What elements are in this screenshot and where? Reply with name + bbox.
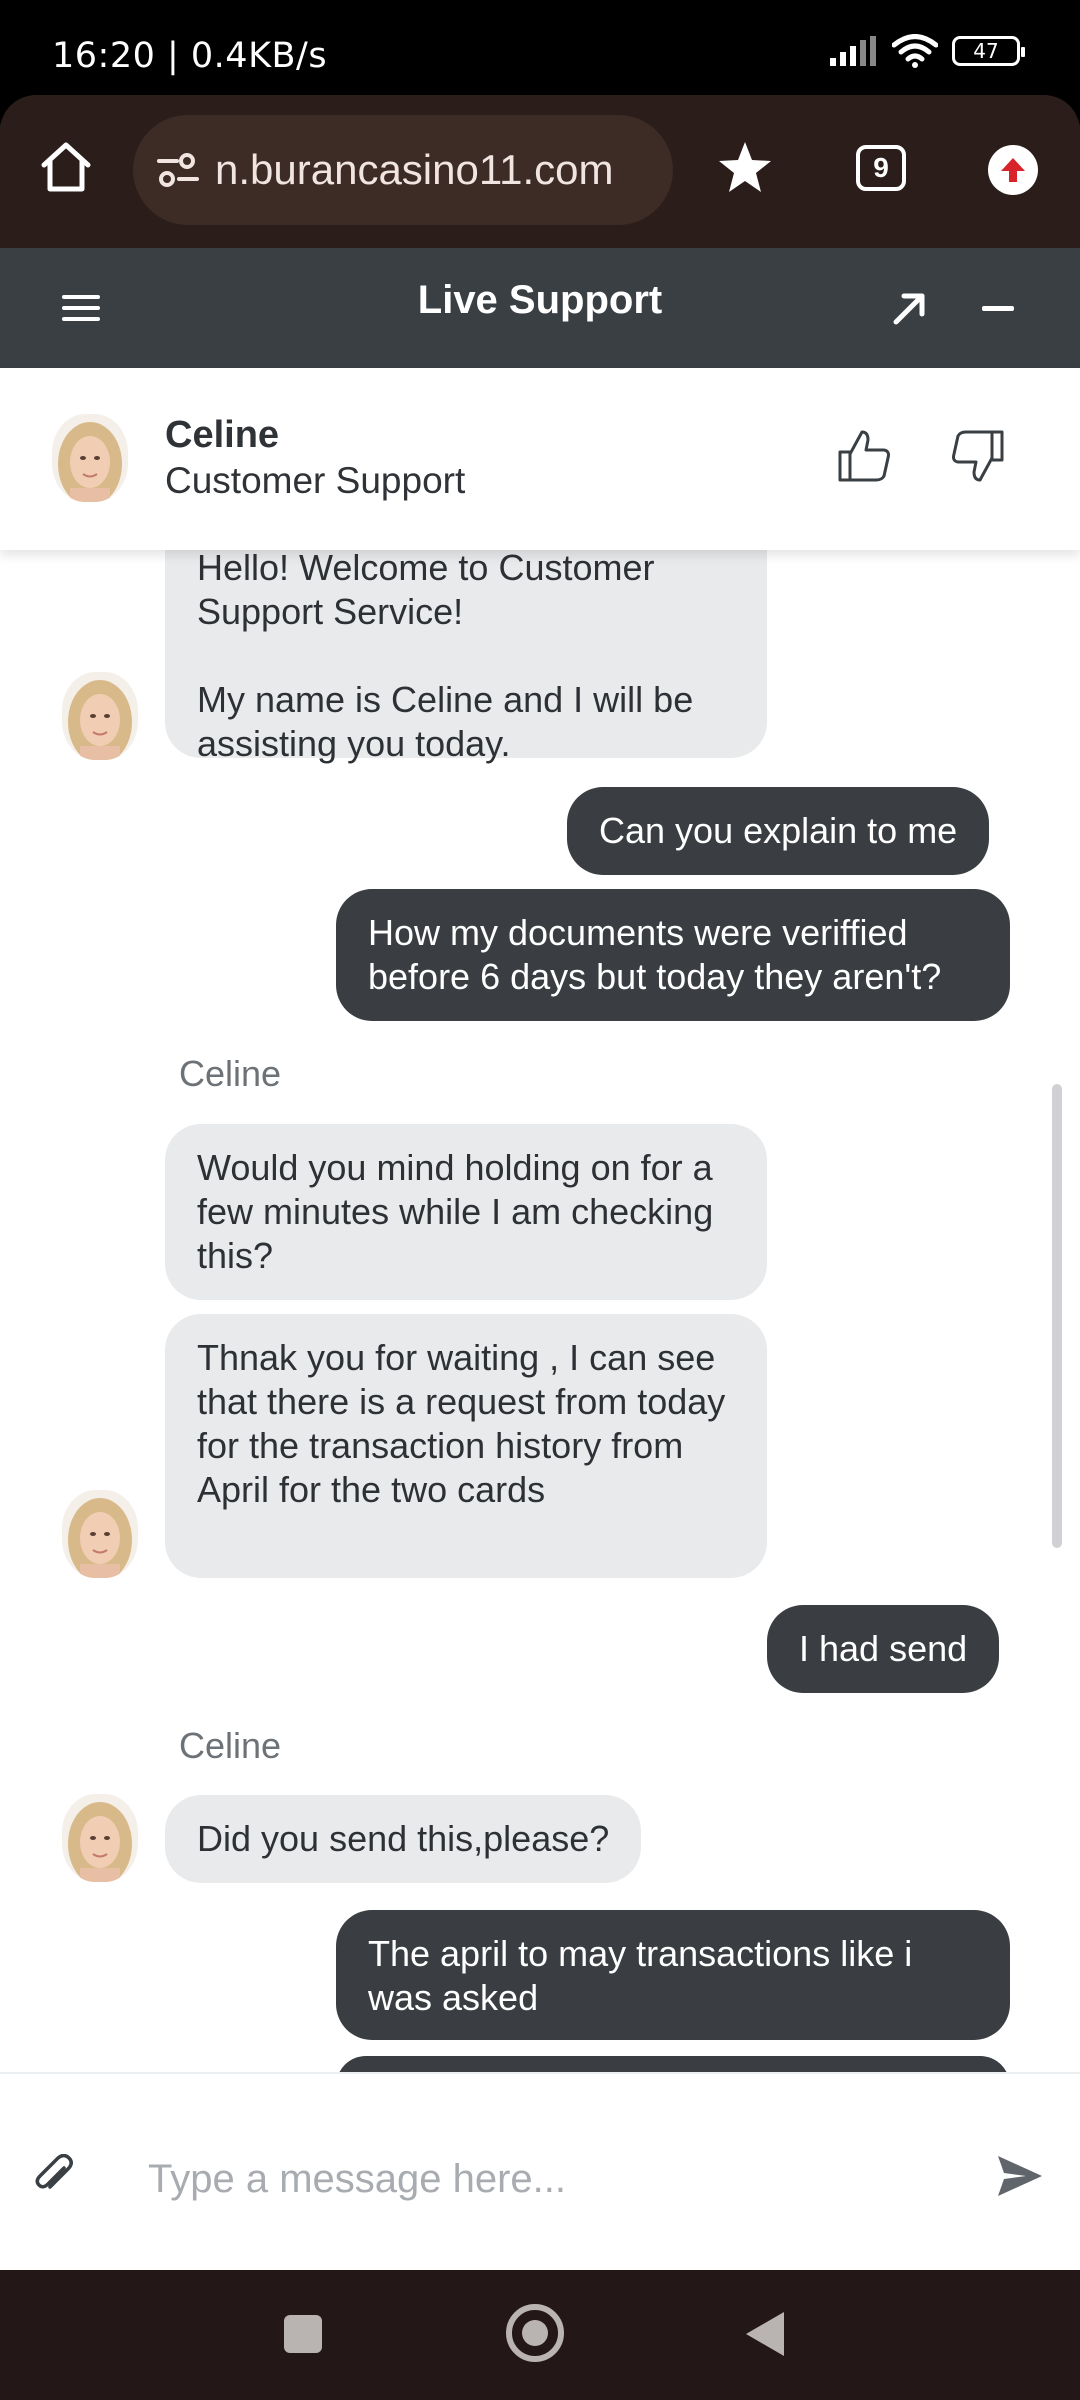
- message-text: How my documents were veriffied before 6…: [368, 912, 942, 997]
- home-icon[interactable]: [38, 139, 94, 195]
- message-input-bar: [0, 2072, 1080, 2270]
- user-message-partial: [336, 2056, 1010, 2072]
- agent-message: Would you mind holding on for a few minu…: [165, 1124, 767, 1300]
- message-input[interactable]: [148, 2144, 948, 2214]
- address-bar[interactable]: n.burancasino11.com: [133, 115, 673, 225]
- recents-icon[interactable]: [284, 2315, 322, 2353]
- thumbs-down-icon[interactable]: [950, 428, 1006, 484]
- site-settings-icon[interactable]: [157, 152, 199, 188]
- update-icon[interactable]: [988, 145, 1038, 195]
- expand-icon[interactable]: [890, 288, 930, 328]
- agent-avatar: [62, 1794, 138, 1882]
- message-text: The april to may transactions like i was…: [368, 1933, 913, 2018]
- browser-toolbar-bg: n.burancasino11.com 9: [0, 95, 1080, 248]
- update-arrow-icon: [1001, 158, 1025, 182]
- home-nav-icon[interactable]: [506, 2304, 564, 2362]
- message-text: Support Service!: [197, 591, 464, 632]
- star-icon[interactable]: [716, 139, 774, 197]
- message-text: I had send: [799, 1628, 968, 1669]
- agent-avatar: [52, 414, 128, 502]
- tabs-icon[interactable]: 9: [856, 145, 906, 191]
- battery-level: 47: [973, 39, 999, 63]
- chat-scrollbar[interactable]: [1052, 1084, 1062, 1548]
- agent-message: Thnak you for waiting , I can see that t…: [165, 1314, 767, 1578]
- user-message: How my documents were veriffied before 6…: [336, 889, 1010, 1021]
- tab-count: 9: [873, 152, 889, 183]
- agent-message: Did you send this,please?: [165, 1795, 642, 1883]
- status-icons: 47: [830, 34, 1025, 68]
- agent-message: Hello! Welcome to Customer Support Servi…: [165, 550, 767, 764]
- battery-icon: 47: [952, 36, 1025, 66]
- message-sender: Celine: [179, 1053, 282, 1094]
- thumbs-up-icon[interactable]: [836, 428, 892, 484]
- back-icon[interactable]: [746, 2312, 784, 2356]
- message-text: Thnak you for waiting , I can see that t…: [197, 1337, 726, 1510]
- message-text: Did you send this,please?: [197, 1818, 610, 1859]
- agent-avatar: [62, 1490, 138, 1578]
- agent-card: Celine Customer Support: [0, 368, 1080, 550]
- browser-toolbar: n.burancasino11.com 9: [0, 94, 1080, 248]
- status-bar: 16:20 | 0.4KB/s 47: [0, 0, 1080, 95]
- system-nav-bar: [0, 2270, 1080, 2400]
- user-message: The april to may transactions like i was…: [336, 1910, 1010, 2040]
- message-text: Can you explain to me: [599, 810, 958, 851]
- message-text: Would you mind holding on for a few minu…: [197, 1147, 714, 1276]
- agent-avatar: [62, 672, 138, 760]
- message-text: My name is Celine and I will be assistin…: [197, 679, 694, 764]
- agent-role: Customer Support: [165, 460, 466, 501]
- signal-icon: [830, 36, 876, 66]
- message-text-partial: Hello! Welcome to Customer: [197, 550, 655, 588]
- agent-name: Celine: [165, 414, 280, 456]
- status-time-speed: 16:20 | 0.4KB/s: [52, 36, 328, 76]
- user-message: I had send: [767, 1605, 1000, 1693]
- message-sender: Celine: [179, 1725, 282, 1766]
- wifi-icon: [892, 34, 938, 68]
- send-icon[interactable]: [996, 2152, 1044, 2200]
- live-support-header: Live Support: [0, 248, 1080, 368]
- user-message: Can you explain to me: [567, 787, 990, 875]
- attach-icon[interactable]: [34, 2154, 74, 2198]
- minimize-icon[interactable]: [982, 306, 1014, 311]
- chat-messages[interactable]: Hello! Welcome to Customer Support Servi…: [0, 550, 1080, 2072]
- url-text[interactable]: n.burancasino11.com: [215, 146, 613, 194]
